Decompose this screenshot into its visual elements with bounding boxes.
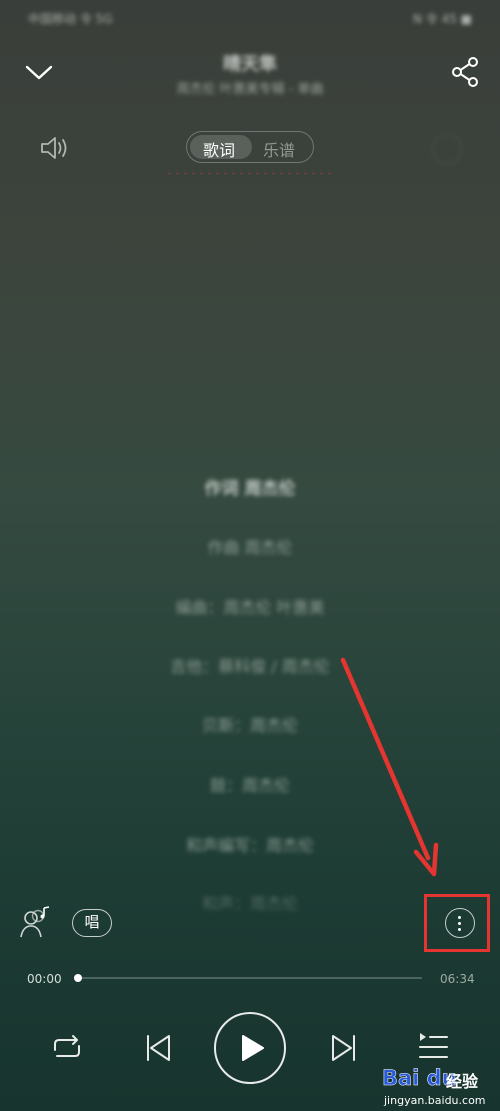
player-header: 晴天隼 周杰伦 叶惠美专辑 - 单曲 <box>0 44 500 114</box>
speaker-icon <box>41 137 67 159</box>
previous-icon <box>147 1035 170 1061</box>
progress-knob[interactable] <box>74 974 82 982</box>
lyric-line: 作曲 周杰伦 <box>207 538 293 557</box>
playlist-icon <box>419 1033 448 1058</box>
total-time: 06:34 <box>440 972 475 986</box>
lyric-line: 鼓：周杰伦 <box>209 776 290 795</box>
song-artist: 周杰伦 叶惠美专辑 - 单曲 <box>176 82 324 97</box>
more-options-button[interactable] <box>445 908 475 938</box>
next-button[interactable] <box>326 1030 362 1066</box>
playlist-button[interactable] <box>414 1030 452 1066</box>
singer-icon <box>20 906 50 938</box>
song-title: 晴天隼 <box>223 54 277 75</box>
baidu-watermark: Bai du 经验 jingyan.baidu.com <box>382 1066 498 1110</box>
next-icon <box>332 1035 355 1061</box>
tab-lyrics[interactable]: 歌词 <box>203 137 235 161</box>
lyric-line: 和声编写：周杰伦 <box>185 836 314 855</box>
lyric-line: 吉他：蔡科俊 / 周杰伦 <box>170 657 330 676</box>
lyrics-score-switch: 歌词 乐谱 <box>186 131 314 163</box>
sing-button[interactable]: 唱 <box>72 909 112 937</box>
tab-score[interactable]: 乐谱 <box>263 137 295 161</box>
previous-button[interactable] <box>140 1030 176 1066</box>
play-button[interactable] <box>214 1012 286 1084</box>
system-status: N 令 45 ■ <box>412 12 472 26</box>
watermark-text: 经验 <box>446 1072 479 1091</box>
effect-button[interactable] <box>432 134 462 164</box>
lyric-line: 作词 周杰伦 <box>204 479 296 499</box>
volume-button[interactable] <box>38 134 70 162</box>
current-time: 00:00 <box>27 972 62 986</box>
carrier-status: 中国移动 令 5G <box>28 12 113 26</box>
lyric-line: 编曲：周杰伦 叶惠美 <box>175 598 325 617</box>
progress-bar[interactable] <box>76 977 422 979</box>
status-bar: 中国移动 令 5G N 令 45 ■ <box>0 0 500 36</box>
play-icon <box>242 1035 264 1061</box>
faint-divider <box>168 173 336 174</box>
share-icon <box>452 57 478 87</box>
watermark-url: jingyan.baidu.com <box>384 1094 486 1107</box>
singer-button[interactable] <box>18 904 54 940</box>
share-button[interactable] <box>448 54 484 90</box>
lyric-line: 贝斯：周杰伦 <box>201 716 298 735</box>
repeat-button[interactable] <box>49 1030 85 1066</box>
repeat-icon <box>54 1035 80 1057</box>
